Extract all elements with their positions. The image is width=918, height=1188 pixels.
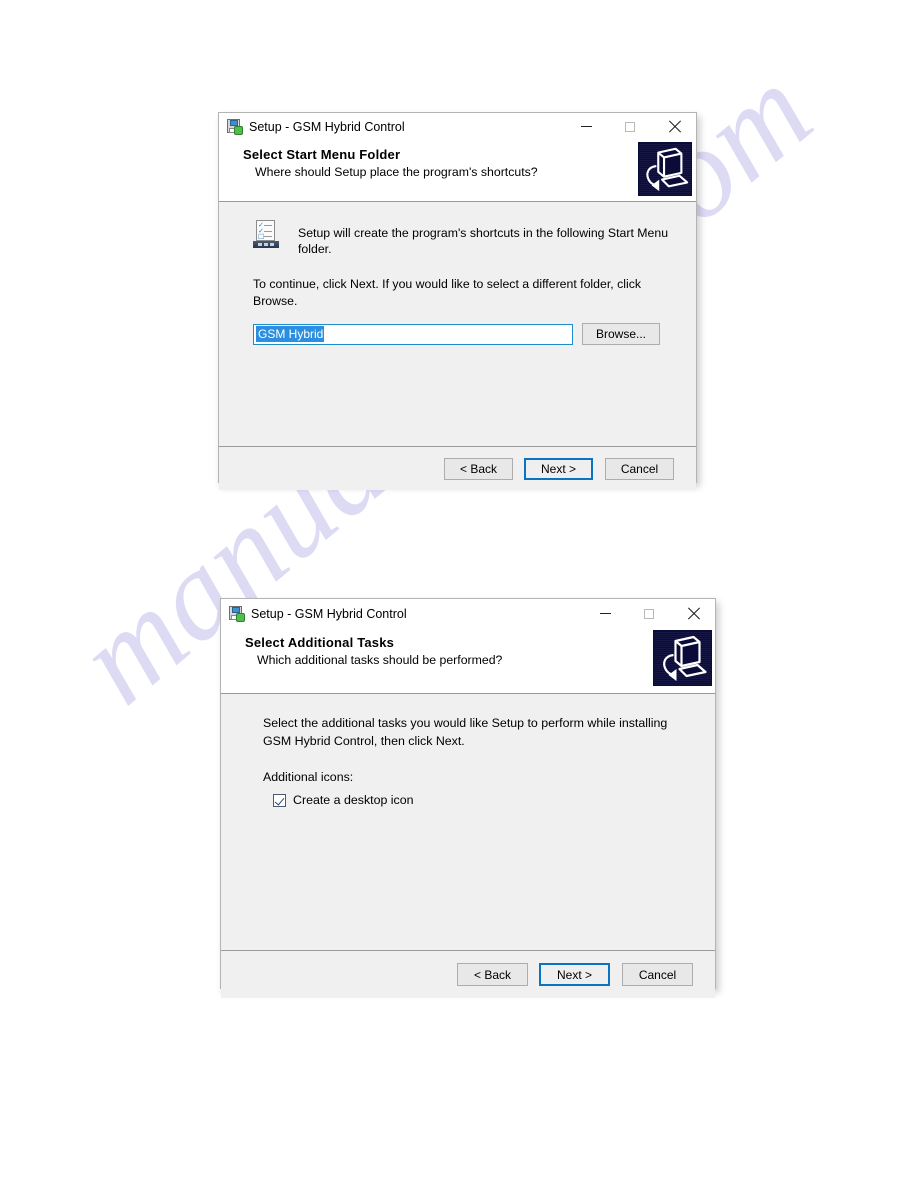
close-icon [668,120,681,133]
wizard-header-texts: Select Start Menu Folder Where should Se… [243,147,696,179]
start-menu-folder-icon: ✓ ✓ ☐ [253,220,279,248]
window-controls [583,599,715,628]
additional-icons-label: Additional icons: [263,770,354,784]
start-menu-folder-input[interactable]: GSM Hybrid [253,323,573,345]
page-subtitle: Where should Setup place the program's s… [255,165,538,179]
minimize-button[interactable] [583,599,627,628]
wizard-header-texts: Select Additional Tasks Which additional… [245,635,715,667]
computer-install-icon [653,630,712,686]
page-subtitle: Which additional tasks should be perform… [257,653,503,667]
minimize-icon [580,126,592,127]
minimize-button[interactable] [564,113,608,140]
setup-wizard-select-start-menu-folder: Setup - GSM Hybrid Control Select Start … [218,112,697,490]
titlebar: Setup - GSM Hybrid Control [221,599,715,628]
create-desktop-icon-label: Create a desktop icon [293,793,414,807]
maximize-icon [625,121,635,132]
setup-disk-icon [226,118,243,135]
setup-wizard-select-additional-tasks: Setup - GSM Hybrid Control Select Additi… [220,598,716,998]
minimize-icon [599,613,611,614]
window-controls [564,113,696,140]
wizard-body: ✓ ✓ ☐ Setup will create the program's sh… [219,202,696,446]
close-button[interactable] [671,599,715,628]
back-button[interactable]: < Back [457,963,528,986]
intro-row: ✓ ✓ ☐ Setup will create the program's sh… [219,202,696,257]
next-button[interactable]: Next > [539,963,610,986]
maximize-button[interactable] [608,113,652,140]
create-desktop-icon-checkbox[interactable] [273,793,286,807]
wizard-footer: < Back Next > Cancel [219,446,696,490]
wizard-body: Select the additional tasks you would li… [221,694,715,950]
page-title: Select Additional Tasks [245,635,395,650]
next-button[interactable]: Next > [524,457,593,480]
computer-install-icon [638,142,692,196]
wizard-footer: < Back Next > Cancel [221,950,715,998]
cancel-button[interactable]: Cancel [622,963,693,986]
folder-field-row: GSM Hybrid Browse... [219,310,696,345]
page-title: Select Start Menu Folder [243,147,401,162]
back-button[interactable]: < Back [444,457,513,480]
close-button[interactable] [652,113,696,140]
browse-button[interactable]: Browse... [582,323,660,345]
titlebar: Setup - GSM Hybrid Control [219,113,696,140]
wizard-header: Select Additional Tasks Which additional… [221,628,715,694]
cancel-button[interactable]: Cancel [605,457,674,480]
maximize-icon [644,608,654,619]
window-title: Setup - GSM Hybrid Control [251,606,407,621]
maximize-button[interactable] [627,599,671,628]
intro-text: Setup will create the program's shortcut… [298,226,669,256]
instruction-text: To continue, click Next. If you would li… [253,277,641,308]
setup-disk-icon [228,605,245,622]
window-title: Setup - GSM Hybrid Control [249,119,405,134]
wizard-header: Select Start Menu Folder Where should Se… [219,140,696,202]
create-desktop-icon-row[interactable]: Create a desktop icon [221,784,715,807]
close-icon [687,607,700,620]
intro-text: Select the additional tasks you would li… [263,716,668,748]
start-menu-folder-input-value: GSM Hybrid [256,326,325,342]
